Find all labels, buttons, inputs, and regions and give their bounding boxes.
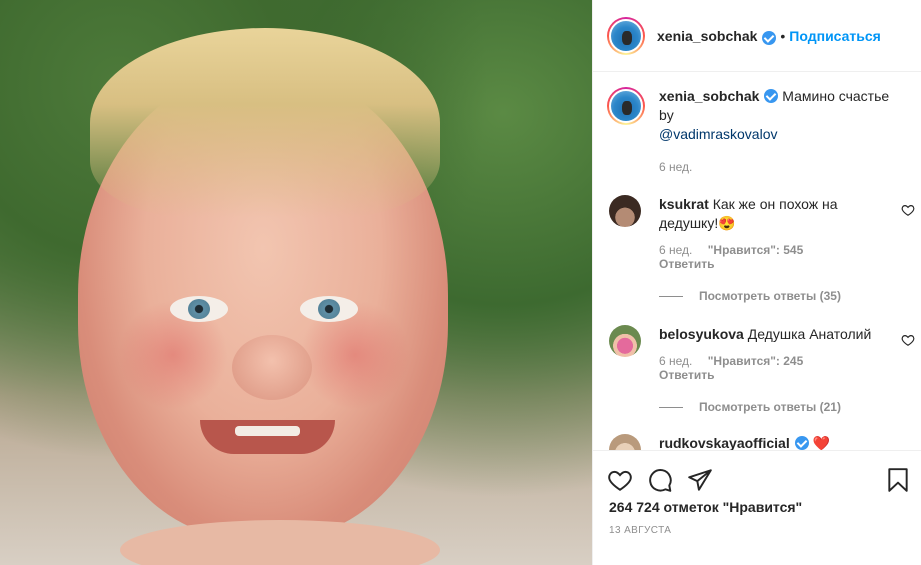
commenter-username[interactable]: rudkovskayaofficial	[659, 435, 790, 450]
comment-text: Дедушка Анатолий	[747, 326, 872, 342]
action-icons	[593, 451, 921, 499]
comment-icon[interactable]	[647, 467, 673, 493]
separator-dot: •	[780, 27, 786, 44]
post-header: xenia_sobchak • Подписаться	[593, 0, 921, 72]
mouth	[200, 420, 335, 454]
verified-icon	[764, 89, 779, 103]
post-date[interactable]: 13 АВГУСТА	[593, 525, 921, 536]
comment-item: ksukrat Как же он похож на дедушку!😍 6 н…	[593, 195, 921, 271]
comment-item: rudkovskayaofficial ❤️	[593, 434, 921, 450]
caption-avatar[interactable]	[607, 87, 645, 125]
heart-icon[interactable]	[901, 203, 915, 217]
comment-time[interactable]: 6 нед.	[659, 243, 692, 257]
verified-icon	[762, 30, 777, 45]
author-avatar[interactable]	[607, 16, 645, 55]
nose	[232, 335, 312, 400]
commenter-avatar[interactable]	[609, 325, 641, 357]
comment-likes[interactable]: "Нравится": 545	[708, 243, 804, 257]
view-replies-label[interactable]: Посмотреть ответы (21)	[699, 400, 841, 414]
heart-icon[interactable]	[901, 333, 915, 347]
caption-time[interactable]: 6 нед.	[659, 158, 905, 177]
post-side-panel: xenia_sobchak • Подписаться xenia_sobcha…	[592, 0, 921, 565]
caption-username[interactable]: xenia_sobchak	[659, 88, 759, 104]
post-actions: 264 724 отметок "Нравится" 13 АВГУСТА	[593, 450, 921, 565]
child-hair	[90, 28, 440, 218]
eye-left	[170, 296, 228, 322]
view-replies-label[interactable]: Посмотреть ответы (35)	[699, 289, 841, 303]
view-replies-button[interactable]: Посмотреть ответы (35)	[659, 289, 921, 303]
commenter-username[interactable]: ksukrat	[659, 196, 709, 212]
bookmark-icon[interactable]	[885, 467, 911, 493]
comments-list[interactable]: xenia_sobchak Мамино счастье by @vadimra…	[593, 73, 921, 450]
author-username[interactable]: xenia_sobchak	[657, 28, 757, 44]
reply-button[interactable]: Ответить	[659, 368, 894, 382]
replies-line	[659, 406, 683, 408]
follow-button[interactable]: Подписаться	[789, 28, 881, 44]
shoulder	[120, 520, 440, 565]
post-caption: xenia_sobchak Мамино счастье by @vadimra…	[593, 73, 921, 177]
commenter-avatar[interactable]	[609, 434, 641, 450]
share-icon[interactable]	[687, 467, 713, 493]
likes-count[interactable]: 264 724 отметок "Нравится"	[593, 499, 921, 515]
eye-right	[300, 296, 358, 322]
comment-text: ❤️	[812, 435, 831, 450]
comment-likes[interactable]: "Нравится": 245	[708, 354, 804, 368]
replies-line	[659, 295, 683, 297]
verified-icon	[794, 436, 809, 450]
post-photo[interactable]	[0, 0, 592, 565]
caption-mention[interactable]: @vadimraskovalov	[659, 126, 777, 142]
comment-item: belosyukova Дедушка Анатолий 6 нед. "Нра…	[593, 325, 921, 382]
reply-button[interactable]: Ответить	[659, 257, 894, 271]
commenter-avatar[interactable]	[609, 195, 641, 227]
comment-time[interactable]: 6 нед.	[659, 354, 692, 368]
heart-icon[interactable]	[607, 467, 633, 493]
view-replies-button[interactable]: Посмотреть ответы (21)	[659, 400, 921, 414]
commenter-username[interactable]: belosyukova	[659, 326, 744, 342]
